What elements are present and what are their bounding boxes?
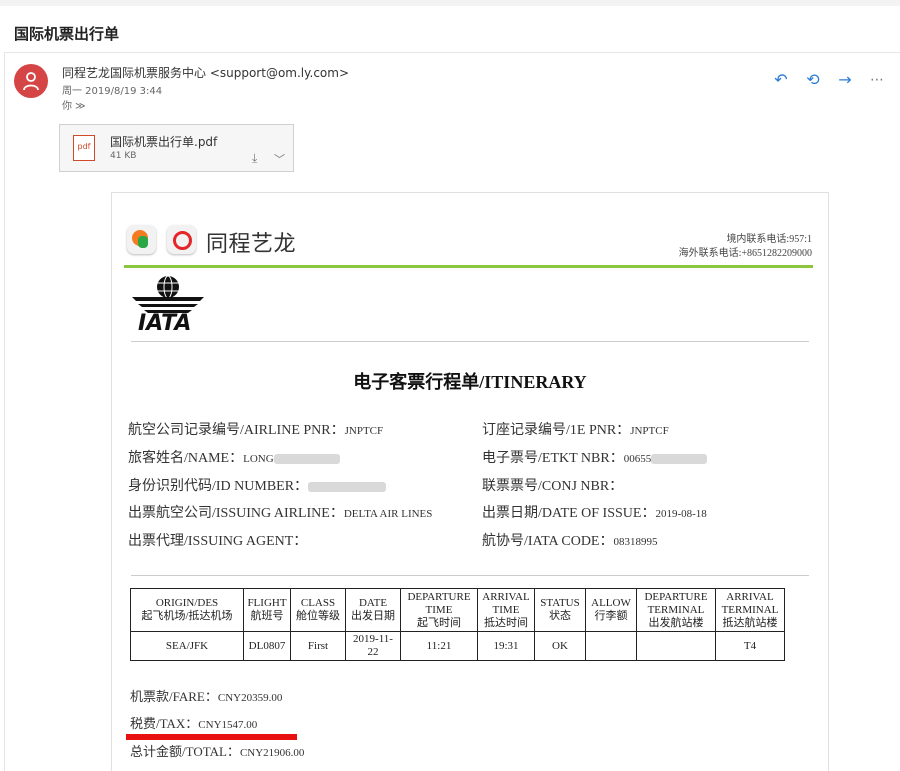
document-title: 电子客票行程单/ITINERARY (353, 372, 587, 392)
window-top-bar (0, 0, 900, 6)
attachment-size: 41 KB (110, 151, 137, 161)
header-cell: ORIGIN/DES 起飞机场/抵达机场 (130, 588, 244, 632)
email-subject: 国际机票出行单 (14, 25, 120, 43)
cell-arrival-terminal: T4 (715, 631, 785, 661)
header-cell: DEPARTURE TIME 起飞时间 (400, 588, 478, 632)
forward-icon[interactable]: → (836, 72, 854, 88)
reply-all-icon[interactable]: ⟲ (804, 72, 822, 88)
issuing-airline: 出票航空公司/ISSUING AIRLINE：DELTA AIR LINES (128, 506, 433, 521)
elong-logo-icon (167, 225, 196, 254)
attachment-card[interactable]: pdf 国际机票出行单.pdf 41 KB ⤓ ﹀ (59, 124, 294, 172)
airline-pnr: 航空公司记录编号/AIRLINE PNR：JNPTCF (128, 423, 384, 438)
tongcheng-logo-icon (127, 225, 156, 254)
attachment-name: 国际机票出行单.pdf (110, 135, 218, 149)
brand-name: 同程艺龙 (206, 232, 297, 257)
etkt-number: 电子票号/ETKT NBR：00655 (482, 447, 708, 467)
divider (131, 341, 809, 342)
message-actions: ↶ ⟲ → ⋯ (772, 72, 886, 89)
itinerary-document: 同程艺龙 境内联系电话:957:1 海外联系电话:+8651282209000 … (111, 192, 829, 771)
header-cell: CLASS 舱位等级 (290, 588, 346, 632)
fare-line: 机票款/FARE：CNY20359.00 (130, 689, 283, 704)
header-cell: ARRIVAL TIME 抵达时间 (477, 588, 535, 632)
header-cell: ARRIVAL TERMINAL 抵达航站楼 (715, 588, 785, 632)
issuing-agent: 出票代理/ISSUING AGENT： (128, 534, 308, 549)
date-of-issue: 出票日期/DATE OF ISSUE：2019-08-18 (482, 506, 707, 521)
cell-flight: DL0807 (243, 631, 291, 661)
cell-status: OK (534, 631, 586, 661)
cell-departure-time: 11:21 (400, 631, 478, 661)
tax-highlight-underline (126, 734, 297, 740)
header-cell: FLIGHT 航班号 (243, 588, 291, 632)
sender-avatar[interactable] (14, 64, 48, 98)
table-header-row: ORIGIN/DES 起飞机场/抵达机场 FLIGHT 航班号 CLASS 舱位等级 … (130, 588, 785, 632)
cell-departure-terminal (636, 631, 716, 661)
person-icon (23, 72, 39, 91)
divider (131, 575, 809, 576)
contact-overseas: 海外联系电话:+8651282209000 (678, 248, 812, 259)
1e-pnr: 订座记录编号/1E PNR：JNPTCF (482, 423, 669, 438)
download-icon[interactable]: ⤓ (252, 151, 257, 166)
conj-number: 联票票号/CONJ NBR： (482, 479, 624, 494)
email-date: 周一 2019/8/19 3:44 (62, 86, 163, 97)
more-icon[interactable]: ⋯ (868, 72, 886, 88)
contact-domestic: 境内联系电话:957:1 (726, 234, 812, 245)
cell-date: 2019-11-22 (345, 631, 401, 661)
sender-name[interactable]: 同程艺龙国际机票服务中心 <support@om.ly.com> (62, 64, 349, 81)
pdf-icon: pdf (73, 135, 95, 161)
header-cell: ALLOW 行李额 (585, 588, 637, 632)
total-line: 总计金额/TOTAL：CNY21906.00 (130, 744, 305, 759)
header-divider (124, 265, 813, 268)
cell-class: First (290, 631, 346, 661)
reply-icon[interactable]: ↶ (772, 72, 790, 88)
contact-info: 境内联系电话:957:1 海外联系电话:+8651282209000 (679, 233, 812, 261)
header-cell: DATE 出发日期 (345, 588, 401, 632)
cell-origin-dest: SEA/JFK (130, 631, 244, 661)
cell-allow (585, 631, 637, 661)
iata-code: 航协号/IATA CODE：08318995 (482, 534, 658, 549)
chevron-down-icon[interactable]: ﹀ (274, 151, 285, 167)
tax-line: 税费/TAX：CNY1547.00 (130, 716, 258, 731)
flight-table: ORIGIN/DES 起飞机场/抵达机场 FLIGHT 航班号 CLASS 舱位等级 … (130, 588, 785, 661)
header-cell: DEPARTURE TERMINAL 出发航站楼 (636, 588, 716, 632)
cell-arrival-time: 19:31 (477, 631, 535, 661)
iata-logo-text: IATA (138, 311, 192, 336)
header-cell: STATUS 状态 (534, 588, 586, 632)
passenger-name: 旅客姓名/NAME：LONG (128, 447, 340, 467)
id-number: 身份识别代码/ID NUMBER： (128, 475, 387, 495)
recipient-line[interactable]: 你 ≫ (62, 97, 86, 112)
table-row: SEA/JFK DL0807 First 2019-11-22 11:21 19… (130, 631, 785, 661)
